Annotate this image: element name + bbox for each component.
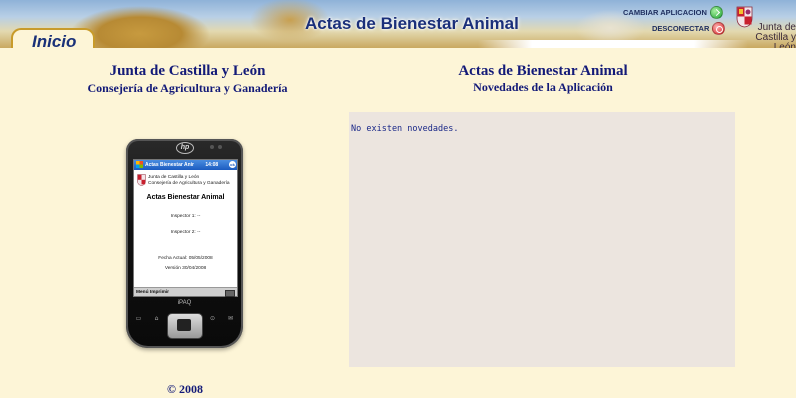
calendar-key-icon: ▭ — [135, 315, 142, 322]
logo-text-line2: Castilla y León — [755, 32, 796, 49]
org-title: Junta de Castilla y León — [109, 63, 266, 79]
change-app-icon[interactable] — [709, 6, 723, 19]
keyboard-icon — [225, 290, 235, 297]
app-title: Actas de Bienestar Animal — [458, 63, 628, 79]
pda-app-name: Actas Bienestar Anir — [145, 162, 194, 168]
pda-clock: 14:08 — [205, 162, 219, 168]
app-banner-title: Actas de Bienestar Animal — [305, 14, 519, 33]
copyright: © 2008 — [167, 382, 203, 396]
pda-sensor — [210, 145, 214, 149]
dpad-icon — [167, 313, 203, 339]
pda-heading: Actas Bienestar Animal — [146, 194, 225, 201]
junta-logo: Junta de Castilla y León — [734, 4, 796, 48]
news-text: No existen novedades. — [351, 124, 459, 134]
dpad-center — [177, 319, 191, 331]
app-subtitle: Novedades de la Aplicación — [473, 80, 613, 94]
org-subtitle: Consejería de Agricultura y Ganadería — [87, 81, 288, 95]
pda-brand: iPAQ — [177, 300, 192, 306]
mail-key-icon: ✉ — [227, 315, 234, 322]
pda-org-line2: Consejería de Agricultura y Ganadería — [148, 181, 230, 186]
news-panel: No existen novedades. — [349, 112, 735, 367]
pda-sensor — [218, 145, 222, 149]
change-app-button[interactable]: CAMBIAR APLICACION — [623, 6, 723, 19]
pda-shield-icon — [137, 174, 146, 186]
pda-org-text: Junta de Castilla y León Consejería de A… — [148, 175, 230, 187]
change-app-label[interactable]: CAMBIAR APLICACION — [623, 8, 707, 17]
pda-version: Versión 30/04/2008 — [164, 266, 207, 271]
pda-screen: Actas Bienestar Anir 14:08 ok Junta de C… — [133, 159, 238, 297]
tab-inicio-label[interactable]: Inicio — [32, 32, 76, 48]
pda-device-image: hp Actas Bienestar Anir 14:08 ok Junta d… — [126, 139, 243, 348]
banner-highlight — [478, 40, 748, 48]
contacts-key-icon: ⌂ — [154, 315, 159, 322]
disconnect-button[interactable]: DESCONECTAR — [652, 22, 726, 35]
hp-logo-icon: hp — [176, 142, 194, 154]
pda-menu-label: Menú Imprimir — [136, 290, 170, 295]
pda-date: Fecha Actual: 05/05/2008 — [158, 256, 213, 261]
header-banner: Actas de Bienestar Animal Inicio CAMBIAR… — [0, 0, 796, 48]
pda-inspector2: Inspector 2: -- — [170, 230, 201, 235]
home-key-icon: ⊙ — [209, 315, 216, 322]
disconnect-label[interactable]: DESCONECTAR — [652, 24, 709, 33]
pda-ok-icon: ok — [229, 161, 236, 168]
pda-inspector1: Inspector 1: -- — [170, 214, 201, 219]
pda-titlebar: Actas Bienestar Anir 14:08 ok — [134, 160, 237, 170]
windows-logo-icon — [136, 161, 143, 168]
disconnect-icon[interactable] — [712, 22, 726, 35]
tab-inicio[interactable]: Inicio — [11, 28, 95, 48]
logo-text: Junta de Castilla y León — [734, 23, 796, 49]
pda-menubar: Menú Imprimir — [134, 287, 237, 297]
